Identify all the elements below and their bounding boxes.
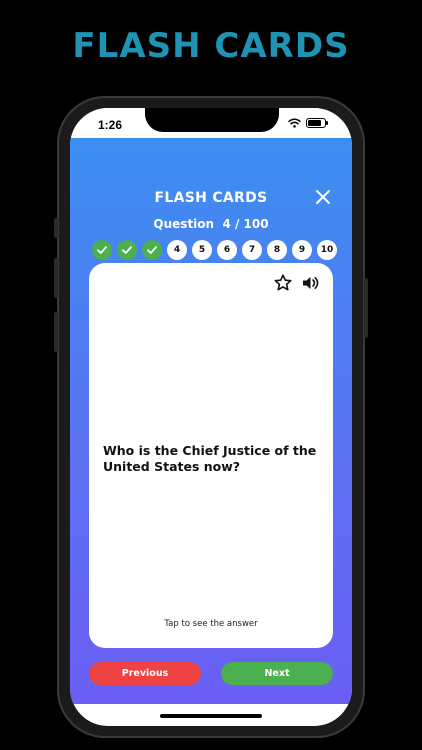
phone-power-button xyxy=(364,278,368,338)
check-icon xyxy=(97,246,107,254)
battery-icon xyxy=(306,118,328,128)
check-icon xyxy=(122,246,132,254)
close-button[interactable] xyxy=(312,186,334,208)
flashcard-screen: FLASH CARDS Question 4 / 100 4 5 6 7 8 9… xyxy=(70,138,352,704)
close-icon xyxy=(316,190,330,204)
progress-dot-9[interactable]: 9 xyxy=(292,240,312,260)
progress-dot-10[interactable]: 10 xyxy=(317,240,337,260)
question-progress: 4 5 6 7 8 9 10 xyxy=(90,238,352,262)
phone-volume-up xyxy=(54,258,58,298)
promo-title: FLASH CARDS xyxy=(72,26,350,66)
progress-dot-4[interactable]: 4 xyxy=(167,240,187,260)
status-bar: 1:26 xyxy=(70,108,352,138)
progress-dot-5[interactable]: 5 xyxy=(192,240,212,260)
progress-dot-7[interactable]: 7 xyxy=(242,240,262,260)
wifi-icon xyxy=(288,118,301,128)
question-text: Who is the Chief Justice of the United S… xyxy=(103,443,317,474)
screen-title: FLASH CARDS xyxy=(154,190,268,206)
status-icons xyxy=(288,118,328,128)
question-counter: Question 4 / 100 xyxy=(153,217,269,231)
star-outline-icon xyxy=(274,274,292,291)
favorite-button[interactable] xyxy=(273,273,293,293)
tap-hint: Tap to see the answer xyxy=(164,619,258,629)
phone-screen: 1:26 FLASH CARDS Question 4 / 100 4 5 6 … xyxy=(70,108,352,726)
progress-dot-3[interactable] xyxy=(142,240,162,260)
flash-card[interactable]: Who is the Chief Justice of the United S… xyxy=(89,263,333,648)
audio-button[interactable] xyxy=(300,273,320,293)
progress-dot-6[interactable]: 6 xyxy=(217,240,237,260)
notch xyxy=(145,108,279,132)
phone-volume-down xyxy=(54,312,58,352)
check-icon xyxy=(147,246,157,254)
progress-dot-8[interactable]: 8 xyxy=(267,240,287,260)
phone-silent-switch xyxy=(54,218,58,238)
previous-button[interactable]: Previous xyxy=(89,662,201,685)
home-indicator[interactable] xyxy=(160,714,262,718)
status-time: 1:26 xyxy=(98,118,123,132)
progress-dot-1[interactable] xyxy=(92,240,112,260)
next-button[interactable]: Next xyxy=(221,662,333,685)
speaker-icon xyxy=(303,277,319,289)
progress-dot-2[interactable] xyxy=(117,240,137,260)
